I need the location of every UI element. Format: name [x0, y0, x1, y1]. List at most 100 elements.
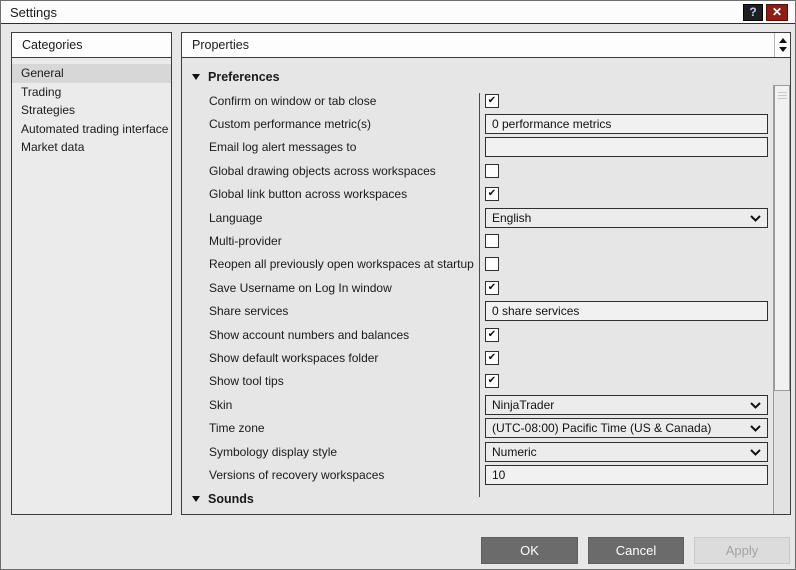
property-label: Show default workspaces folder — [209, 350, 379, 365]
chevron-down-icon — [750, 211, 761, 225]
property-label: Save Username on Log In window — [209, 280, 392, 295]
checkbox-show-account-numbers-and-balances[interactable]: ✔ — [485, 327, 499, 342]
sidebar-item-strategies[interactable]: Strategies — [12, 101, 171, 120]
selected-value: NinjaTrader — [492, 397, 555, 412]
property-label: Share services — [209, 304, 289, 319]
input-share-services[interactable]: 0 share services — [485, 301, 768, 322]
checkbox-global-link-button-across-workspaces[interactable]: ✔ — [485, 187, 499, 202]
categories-header: Categories — [12, 33, 171, 58]
chevron-down-icon — [750, 421, 761, 435]
check-icon: ✔ — [487, 375, 497, 387]
property-control: (UTC-08:00) Pacific Time (US & Canada) — [485, 418, 768, 439]
property-label: Symbology display style — [209, 444, 338, 459]
sidebar-item-automated-trading-interface[interactable]: Automated trading interface — [12, 120, 171, 139]
input-value: 0 share services — [492, 304, 580, 319]
scroll-up-icon[interactable] — [778, 38, 787, 43]
selected-value: English — [492, 210, 532, 225]
property-control — [485, 257, 768, 272]
section-label: Sounds — [208, 492, 254, 507]
property-control: ✔ — [485, 93, 768, 108]
scroll-spinner — [774, 33, 790, 57]
check-icon: ✔ — [487, 328, 497, 340]
input-value: 10 — [492, 467, 506, 482]
checkbox-global-drawing-objects-across-workspaces[interactable] — [485, 163, 499, 178]
property-row-share-services: Share services 0 share services — [182, 300, 790, 323]
property-row-save-username-on-log-in-window: Save Username on Log In window ✔ — [182, 276, 790, 299]
checkbox-confirm-on-window-or-tab-close[interactable]: ✔ — [485, 93, 499, 108]
property-control: ✔ — [485, 327, 768, 342]
select-skin[interactable]: NinjaTrader — [485, 394, 768, 415]
property-control: ✔ — [485, 187, 768, 202]
settings-window: Settings ? ✕ Categories General Trading St… — [0, 0, 796, 570]
section-header-preferences[interactable]: Preferences — [182, 64, 790, 89]
properties-content: Preferences Confirm on window or tab clos… — [182, 59, 790, 514]
scroll-down-icon[interactable] — [778, 47, 787, 52]
properties-header-label: Properties — [192, 38, 249, 52]
collapse-arrow-icon — [192, 496, 200, 503]
property-row-reopen-all-previously-open-workspaces-at-startup: Reopen all previously open workspaces at… — [182, 253, 790, 276]
property-label: Email log alert messages to — [209, 140, 357, 155]
select-language[interactable]: English — [485, 207, 768, 228]
property-label: Versions of recovery workspaces — [209, 467, 385, 482]
sidebar-item-general[interactable]: General — [12, 64, 171, 83]
property-label: Time zone — [209, 421, 265, 436]
property-row-multi-provider: Multi-provider — [182, 229, 790, 252]
categories-header-label: Categories — [22, 38, 83, 52]
properties-header: Properties — [182, 33, 790, 58]
checkbox-save-username-on-log-in-window[interactable]: ✔ — [485, 280, 499, 295]
property-control: ✔ — [485, 350, 768, 365]
input-email-log-alert-messages-to[interactable] — [485, 137, 768, 158]
property-label: Reopen all previously open workspaces at… — [209, 257, 474, 272]
property-control: English — [485, 207, 768, 228]
label-value-divider — [479, 93, 480, 497]
property-row-show-tool-tips: Show tool tips ✔ — [182, 370, 790, 393]
input-custom-performance-metric-s[interactable]: 0 performance metrics — [485, 114, 768, 135]
categories-list: General Trading Strategies Automated tradin… — [12, 58, 171, 157]
property-label: Language — [209, 210, 263, 225]
property-row-skin: Skin NinjaTrader — [182, 393, 790, 416]
vertical-scrollbar[interactable] — [773, 85, 790, 514]
title-bar: Settings ? ✕ — [1, 1, 795, 24]
cancel-button[interactable]: Cancel — [588, 537, 684, 564]
property-row-language: Language English — [182, 206, 790, 229]
property-control: 0 share services — [485, 301, 768, 322]
property-label: Multi-provider — [209, 234, 282, 249]
check-icon: ✔ — [487, 188, 497, 200]
property-label: Global drawing objects across workspaces — [209, 163, 436, 178]
ok-button[interactable]: OK — [481, 537, 578, 564]
property-row-time-zone: Time zone (UTC-08:00) Pacific Time (US & … — [182, 416, 790, 439]
section-header-sounds[interactable]: Sounds — [182, 487, 790, 512]
check-icon: ✔ — [487, 281, 497, 293]
scrollbar-thumb[interactable] — [774, 85, 790, 391]
checkbox-multi-provider[interactable] — [485, 234, 499, 249]
property-control — [485, 137, 768, 158]
close-icon: ✕ — [771, 5, 783, 19]
checkbox-show-tool-tips[interactable]: ✔ — [485, 374, 499, 389]
scrollbar-grip-icon — [775, 90, 789, 101]
select-time-zone[interactable]: (UTC-08:00) Pacific Time (US & Canada) — [485, 418, 768, 439]
property-label: Global link button across workspaces — [209, 187, 408, 202]
property-row-confirm-on-window-or-tab-close: Confirm on window or tab close ✔ — [182, 89, 790, 112]
check-icon: ✔ — [487, 94, 497, 106]
property-control: ✔ — [485, 374, 768, 389]
property-row-versions-of-recovery-workspaces: Versions of recovery workspaces 10 — [182, 463, 790, 486]
question-mark-icon: ? — [749, 5, 757, 19]
chevron-down-icon — [750, 398, 761, 412]
property-grid: Preferences Confirm on window or tab clos… — [182, 64, 790, 512]
select-symbology-display-style[interactable]: Numeric — [485, 441, 768, 462]
sidebar-item-market-data[interactable]: Market data — [12, 138, 171, 157]
help-button[interactable]: ? — [743, 3, 763, 21]
selected-value: (UTC-08:00) Pacific Time (US & Canada) — [492, 421, 712, 436]
apply-button: Apply — [694, 537, 790, 564]
property-row-global-drawing-objects-across-workspaces: Global drawing objects across workspaces — [182, 159, 790, 182]
property-control: 10 — [485, 464, 768, 485]
checkbox-show-default-workspaces-folder[interactable]: ✔ — [485, 350, 499, 365]
close-button[interactable]: ✕ — [766, 3, 788, 21]
sidebar-item-trading[interactable]: Trading — [12, 83, 171, 102]
window-title: Settings — [10, 4, 57, 20]
property-control — [485, 234, 768, 249]
check-icon: ✔ — [487, 351, 497, 363]
input-versions-of-recovery-workspaces[interactable]: 10 — [485, 464, 768, 485]
checkbox-reopen-all-previously-open-workspaces-at-startup[interactable] — [485, 257, 499, 272]
chevron-down-icon — [750, 445, 761, 459]
